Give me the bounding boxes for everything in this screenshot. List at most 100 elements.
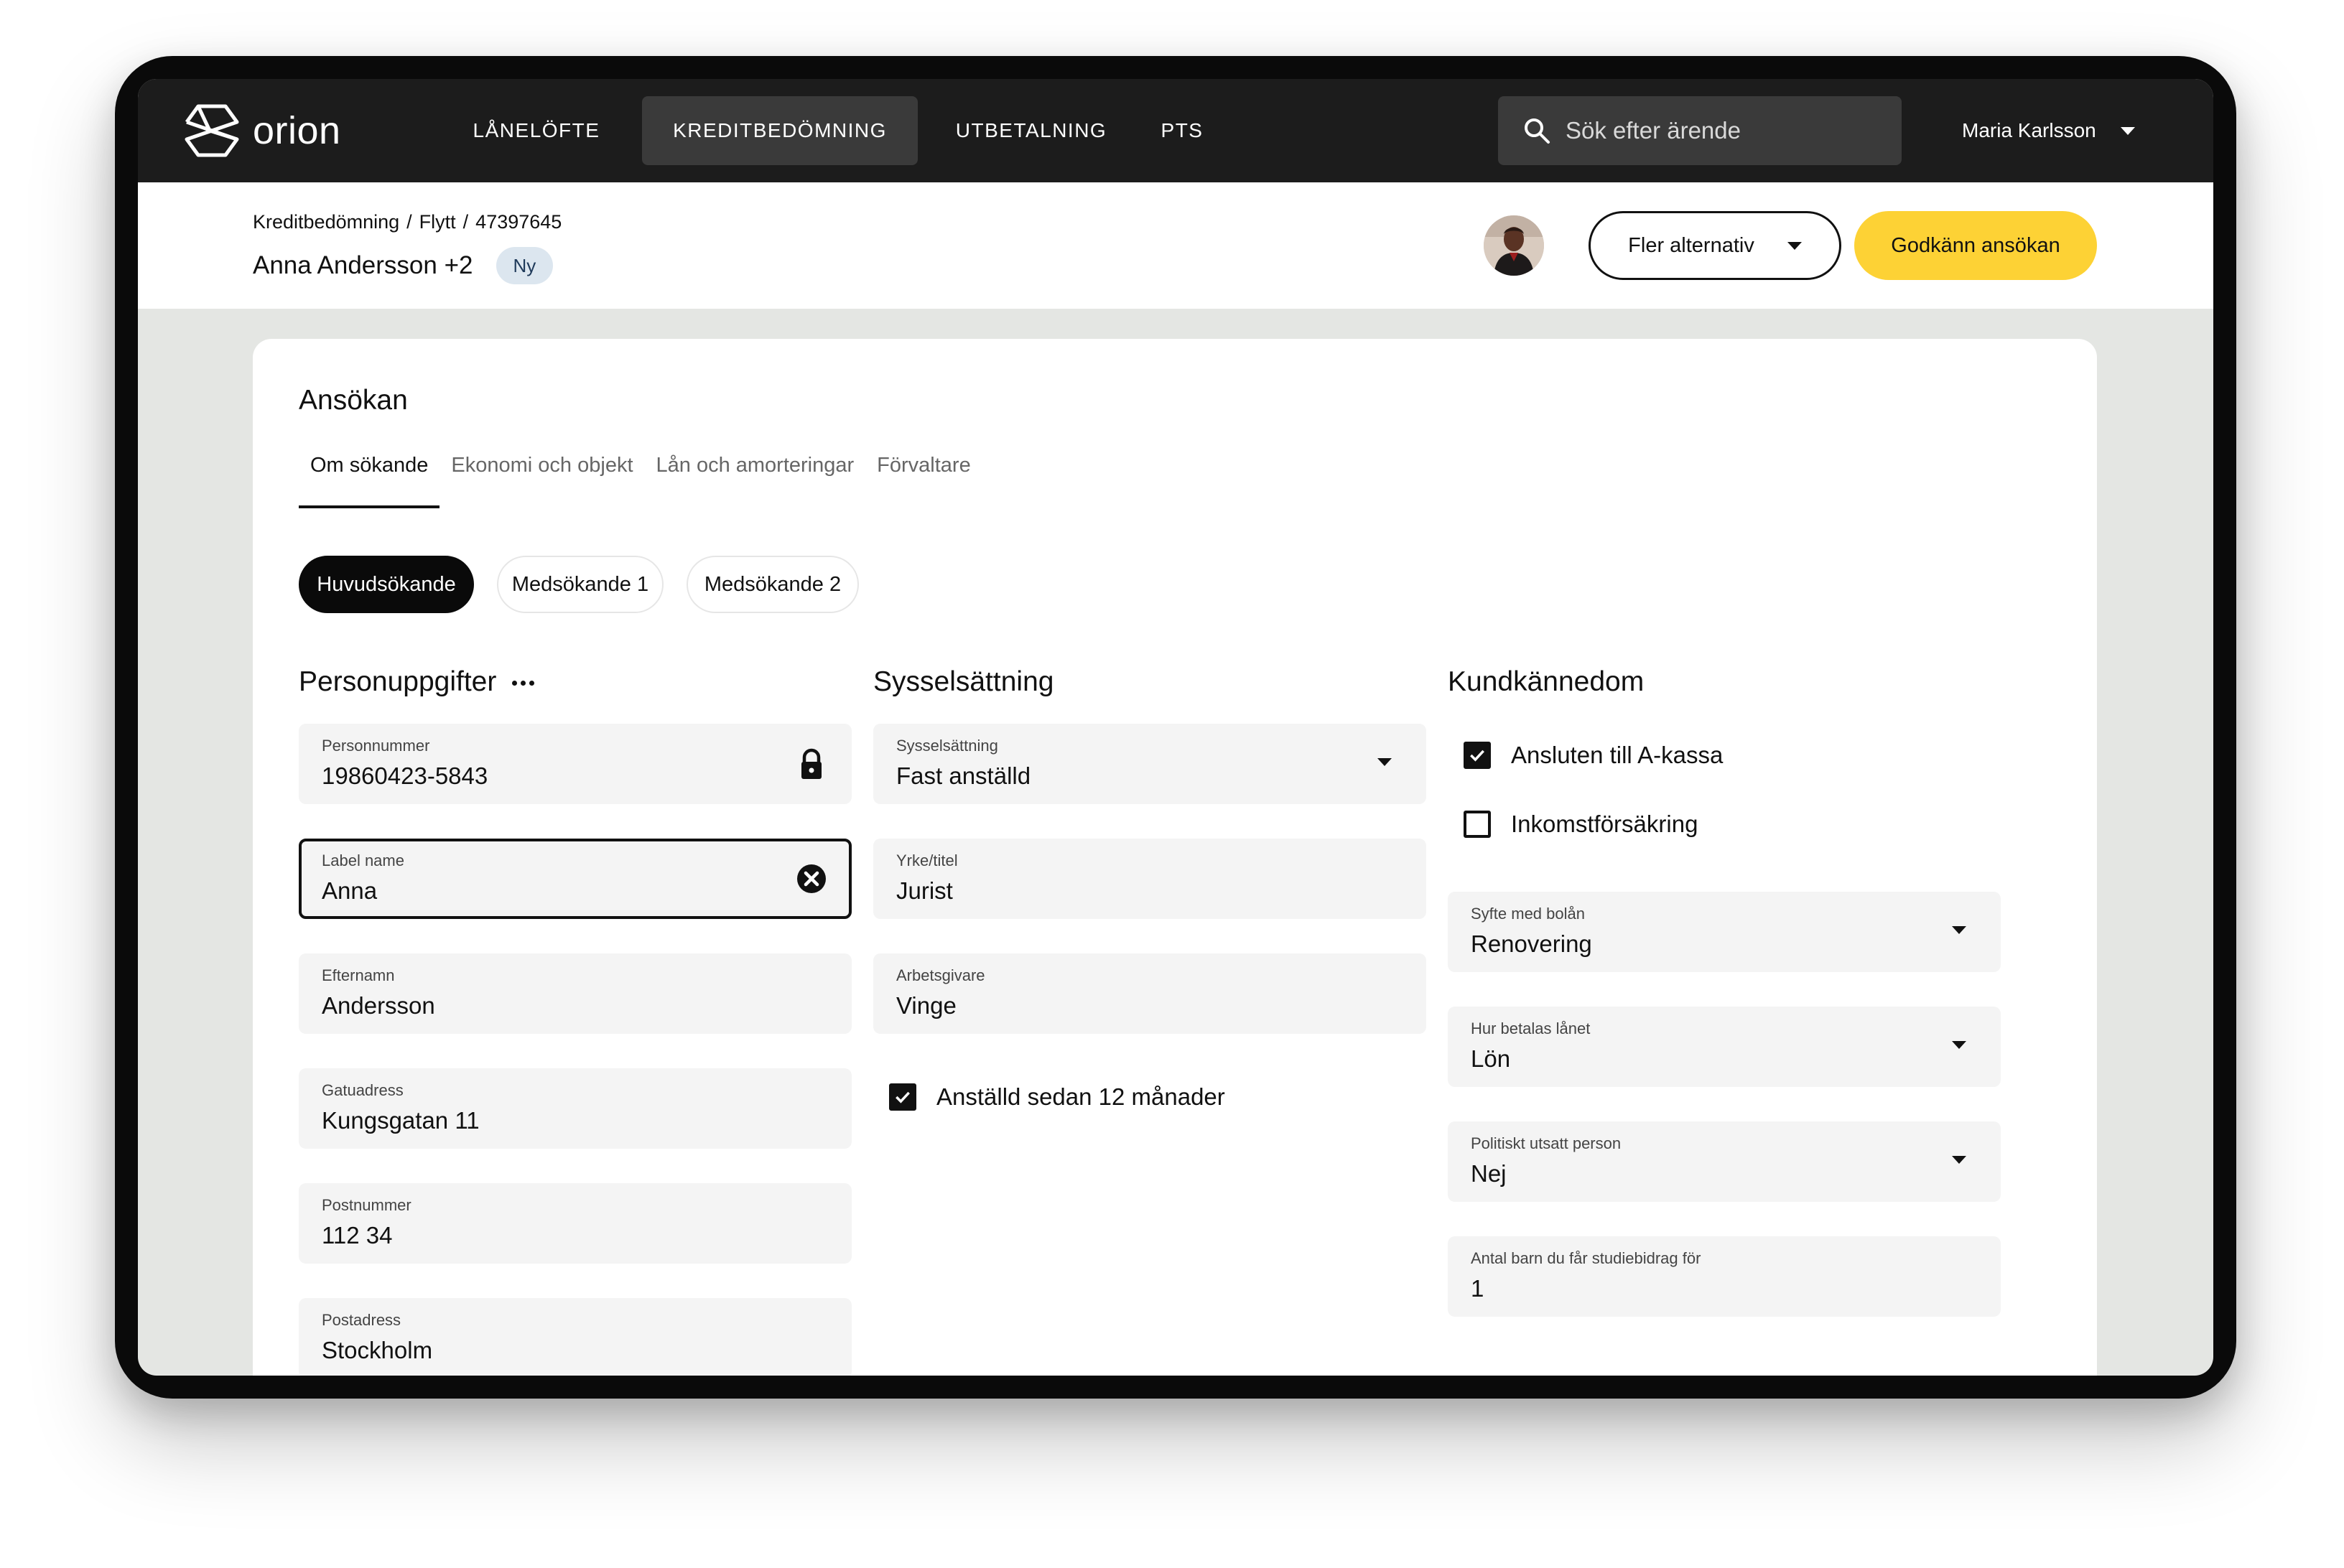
- checkbox-label: Inkomstförsäkring: [1511, 811, 1698, 837]
- checkbox-label: Anställd sedan 12 månader: [936, 1083, 1225, 1110]
- logo-text: orion: [253, 109, 341, 152]
- field-label: Postadress: [322, 1311, 401, 1329]
- tab-forvaltare[interactable]: Förvaltare: [865, 454, 982, 508]
- field-label: Personnummer: [322, 737, 430, 755]
- case-header: Kreditbedömning / Flytt / 47397645 Anna …: [138, 182, 2213, 309]
- lock-icon: [801, 748, 822, 779]
- avatar-portrait-icon: [1484, 215, 1544, 276]
- application-card: Ansökan Om sökande Ekonomi och objekt Lå…: [253, 339, 2097, 1376]
- field-value[interactable]: 1: [1471, 1275, 1978, 1302]
- card-title: Ansökan: [299, 385, 408, 416]
- field-value[interactable]: Vinge: [896, 992, 1403, 1019]
- clear-icon[interactable]: [796, 862, 827, 896]
- chevron-down-icon: [1787, 241, 1802, 250]
- field-value[interactable]: 112 34: [322, 1222, 829, 1249]
- section-title-sysselsattning: Sysselsättning: [873, 666, 1054, 697]
- device-frame: orion LÅNELÖFTE KREDITBEDÖMNING UTBETALN…: [115, 56, 2236, 1399]
- section-title-personuppgifter: Personuppgifter: [299, 666, 852, 724]
- checkbox-checked-icon[interactable]: [889, 1083, 916, 1111]
- breadcrumb-separator: /: [406, 211, 412, 233]
- a-kassa-checkbox[interactable]: Ansluten till A-kassa: [1448, 721, 2001, 790]
- status-badge: Ny: [496, 247, 554, 284]
- field-value: Nej: [1471, 1160, 1507, 1187]
- field-value: Lön: [1471, 1045, 1511, 1072]
- breadcrumb-item-kreditbedomning[interactable]: Kreditbedömning: [253, 211, 399, 233]
- pep-select[interactable]: Politiskt utsatt person Nej: [1448, 1121, 2001, 1202]
- field-label: Efternamn: [322, 966, 395, 984]
- applicant-switcher: Huvudsökande Medsökande 1 Medsökande 2: [299, 556, 882, 613]
- main-nav: LÅNELÖFTE KREDITBEDÖMNING UTBETALNING PT…: [447, 96, 1225, 165]
- avatar[interactable]: [1484, 215, 1544, 276]
- checkbox-label: Ansluten till A-kassa: [1511, 742, 1724, 768]
- employment-section: Sysselsättning Sysselsättning Fast anstä…: [873, 666, 1426, 1131]
- tab-om-sokande[interactable]: Om sökande: [299, 454, 440, 508]
- city-field[interactable]: Postadress Stockholm: [299, 1298, 852, 1376]
- chevron-down-icon: [1952, 1041, 1966, 1049]
- tab-ekonomi-och-objekt[interactable]: Ekonomi och objekt: [440, 454, 644, 508]
- search-input[interactable]: [1566, 117, 1896, 144]
- field-label: Antal barn du får studiebidrag för: [1471, 1249, 1701, 1267]
- field-label: Label name: [322, 851, 404, 869]
- breadcrumb: Kreditbedömning / Flytt / 47397645: [253, 211, 562, 233]
- approve-application-button[interactable]: Godkänn ansökan: [1854, 211, 2097, 280]
- field-label: Politiskt utsatt person: [1471, 1134, 1622, 1152]
- field-value[interactable]: Jurist: [896, 877, 1403, 905]
- checkbox-checked-icon[interactable]: [1464, 742, 1491, 769]
- income-insurance-checkbox[interactable]: Inkomstförsäkring: [1448, 790, 2001, 859]
- field-value[interactable]: Andersson: [322, 992, 829, 1019]
- first-name-field[interactable]: Label name Anna: [299, 839, 852, 919]
- postal-code-field[interactable]: Postnummer 112 34: [299, 1183, 852, 1264]
- nav-item-lanelofte[interactable]: LÅNELÖFTE: [447, 96, 626, 165]
- orion-logo-icon: [185, 104, 239, 157]
- employer-field[interactable]: Arbetsgivare Vinge: [873, 953, 1426, 1034]
- chevron-down-icon: [2120, 126, 2135, 135]
- field-label: Yrke/titel: [896, 851, 958, 869]
- search-box[interactable]: [1498, 96, 1902, 165]
- app-screen: orion LÅNELÖFTE KREDITBEDÖMNING UTBETALN…: [138, 79, 2213, 1376]
- breadcrumb-item-flytt[interactable]: Flytt: [419, 211, 456, 233]
- section-title-text: Personuppgifter: [299, 666, 497, 697]
- nav-item-utbetalning[interactable]: UTBETALNING: [945, 96, 1117, 165]
- breadcrumb-separator: /: [462, 211, 469, 233]
- field-value[interactable]: Anna: [322, 877, 829, 905]
- logo[interactable]: orion: [184, 103, 341, 158]
- nav-item-pts[interactable]: PTS: [1139, 96, 1225, 165]
- last-name-field[interactable]: Efternamn Andersson: [299, 953, 852, 1034]
- chevron-down-icon: [1952, 1156, 1966, 1164]
- more-horizontal-icon[interactable]: [512, 666, 535, 686]
- checkbox-unchecked-icon[interactable]: [1464, 811, 1491, 838]
- breadcrumb-item-case-id: 47397645: [475, 211, 562, 233]
- street-address-field[interactable]: Gatuadress Kungsgatan 11: [299, 1068, 852, 1149]
- tab-lan-och-amorteringar[interactable]: Lån och amorteringar: [645, 454, 866, 508]
- field-value[interactable]: Stockholm: [322, 1337, 829, 1364]
- pill-medsokande-2[interactable]: Medsökande 2: [687, 556, 859, 613]
- applicant-name: Anna Andersson +2: [253, 251, 473, 279]
- more-options-label: Fler alternativ: [1628, 233, 1754, 257]
- application-tabs: Om sökande Ekonomi och objekt Lån och am…: [299, 454, 982, 508]
- field-label: Hur betalas lånet: [1471, 1019, 1591, 1037]
- pill-huvudsokande[interactable]: Huvudsökande: [299, 556, 474, 613]
- employed-12-months-checkbox[interactable]: Anställd sedan 12 månader: [873, 1063, 1426, 1131]
- search-icon: [1525, 118, 1550, 144]
- kyc-section: Kundkännedom Ansluten till A-kassa Inkom…: [1448, 666, 2001, 1351]
- nav-item-kreditbedomning[interactable]: KREDITBEDÖMNING: [642, 96, 918, 165]
- mortgage-purpose-select[interactable]: Syfte med bolån Renovering: [1448, 892, 2001, 972]
- top-nav-bar: orion LÅNELÖFTE KREDITBEDÖMNING UTBETALN…: [138, 79, 2213, 182]
- user-menu[interactable]: Maria Karlsson: [1962, 96, 2135, 165]
- field-value: 19860423-5843: [322, 762, 488, 789]
- applicant-heading: Anna Andersson +2 Ny: [253, 247, 554, 284]
- field-label: Gatuadress: [322, 1081, 404, 1099]
- children-study-grant-field[interactable]: Antal barn du får studiebidrag för 1: [1448, 1236, 2001, 1317]
- field-value: Fast anställd: [896, 762, 1031, 789]
- field-value[interactable]: Kungsgatan 11: [322, 1107, 829, 1134]
- repayment-source-select[interactable]: Hur betalas lånet Lön: [1448, 1007, 2001, 1087]
- job-title-field[interactable]: Yrke/titel Jurist: [873, 839, 1426, 919]
- pill-medsokande-1[interactable]: Medsökande 1: [497, 556, 664, 613]
- field-value: Renovering: [1471, 930, 1592, 957]
- field-label: Postnummer: [322, 1196, 411, 1214]
- more-options-button[interactable]: Fler alternativ: [1589, 211, 1841, 280]
- user-name: Maria Karlsson: [1962, 119, 2096, 141]
- employment-type-select[interactable]: Sysselsättning Fast anställd: [873, 724, 1426, 804]
- section-title-kundkannedom: Kundkännedom: [1448, 666, 1645, 697]
- field-label: Arbetsgivare: [896, 966, 985, 984]
